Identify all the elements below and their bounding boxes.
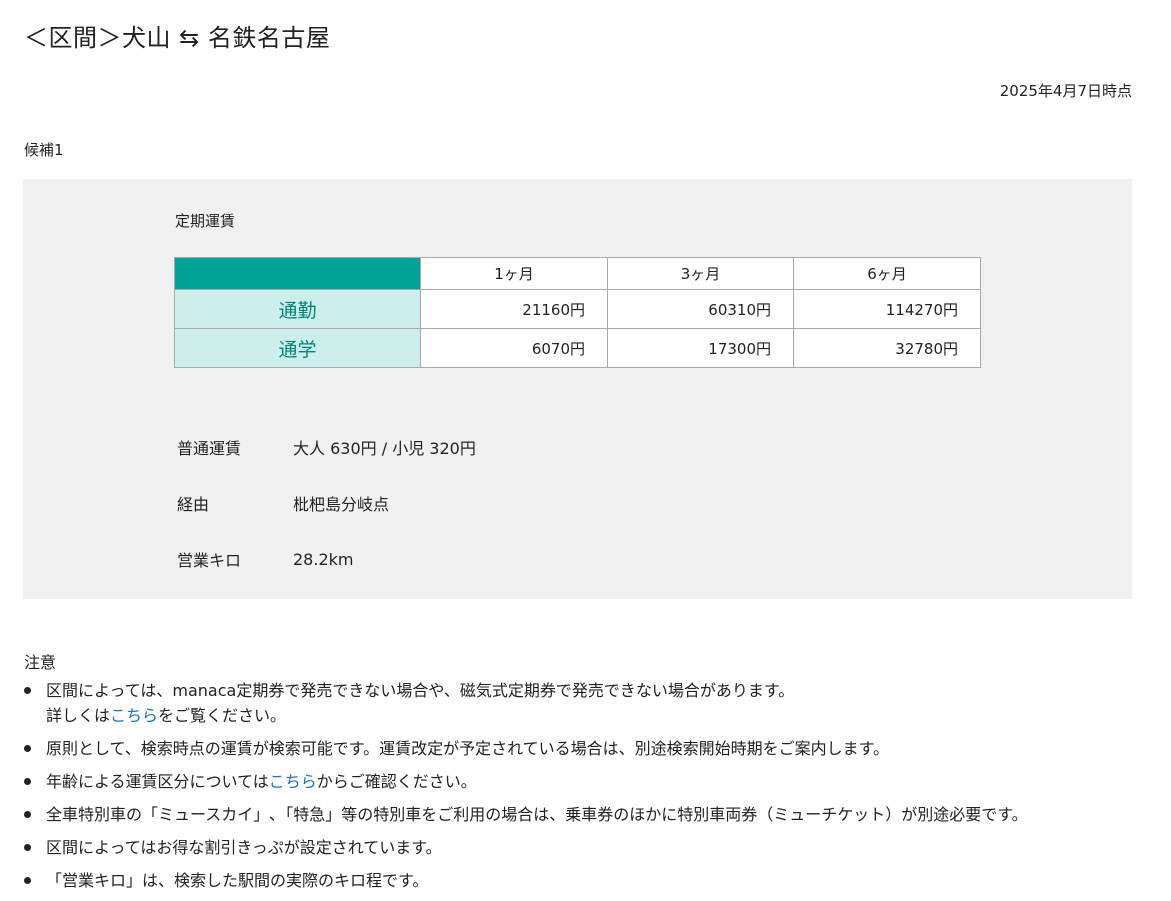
info-value-operating-km: 28.2km (293, 549, 354, 569)
commuter-fare-table: 1ヶ月 3ヶ月 6ヶ月 通勤 21160円 60310円 114270円 通学 … (174, 257, 981, 368)
info-row-regular-fare: 普通運賃 大人 630円 / 小児 320円 (177, 419, 476, 475)
note-text: をご覧ください。 (158, 706, 287, 725)
commuter-pass-heading: 定期運賃 (175, 212, 236, 230)
row-header-commute: 通勤 (174, 289, 421, 329)
table-row-commute: 通勤 21160円 60310円 114270円 (174, 289, 981, 329)
bullet-icon (24, 877, 31, 884)
notes-title: 注意 (24, 653, 57, 672)
row-header-school: 通学 (174, 328, 421, 368)
bullet-icon (24, 811, 31, 818)
note-text: 区間によってはお得な割引きっぷが設定されています。 (46, 838, 442, 857)
info-label-operating-km: 営業キロ (177, 551, 242, 570)
note-item: 原則として、検索時点の運賃が検索可能です。運賃改定が予定されている場合は、別途検… (24, 736, 1028, 761)
info-label-regular-fare: 普通運賃 (177, 439, 242, 458)
note-text: 詳しくは (46, 706, 111, 725)
details-link[interactable]: こちら (110, 706, 158, 725)
note-text: 区間によっては、manaca定期券で発売できない場合や、磁気式定期券で発売できな… (46, 681, 795, 700)
table-row-school: 通学 6070円 17300円 32780円 (174, 328, 981, 368)
notes-list: 区間によっては、manaca定期券で発売できない場合や、磁気式定期券で発売できな… (24, 678, 1028, 901)
fare-commute-1-month: 21160円 (420, 289, 608, 329)
fare-school-3-months: 17300円 (607, 328, 794, 368)
note-item: 全車特別車の「ミュースカイ」､「特急」等の特別車をご利用の場合は、乗車券のほかに… (24, 802, 1028, 827)
info-row-via: 経由 枇杷島分岐点 (177, 475, 476, 531)
note-item: 区間によっては、manaca定期券で発売できない場合や、磁気式定期券で発売できな… (24, 678, 1028, 728)
table-header-row: 1ヶ月 3ヶ月 6ヶ月 (174, 257, 981, 290)
info-label-via: 経由 (177, 495, 210, 514)
route-result-panel: 定期運賃 1ヶ月 3ヶ月 6ヶ月 通勤 21160円 60310円 114270… (23, 179, 1132, 599)
bullet-icon (24, 844, 31, 851)
note-item: 年齢による運賃区分についてはこちらからご確認ください。 (24, 769, 1028, 794)
route-info: 普通運賃 大人 630円 / 小児 320円 経由 枇杷島分岐点 営業キロ 28… (177, 419, 476, 587)
column-header-3-months: 3ヶ月 (607, 257, 794, 290)
info-value-regular-fare: 大人 630円 / 小児 320円 (293, 439, 476, 458)
note-text: 全車特別車の「ミュースカイ」､「特急」等の特別車をご利用の場合は、乗車券のほかに… (46, 805, 1028, 824)
bullet-icon (24, 778, 31, 785)
note-text: 「営業キロ」は、検索した駅間の実際のキロ程です。 (46, 871, 429, 890)
fare-commute-6-months: 114270円 (793, 289, 981, 329)
note-text: からご確認ください。 (316, 772, 477, 791)
info-value-via: 枇杷島分岐点 (293, 495, 390, 514)
fare-commute-3-months: 60310円 (607, 289, 794, 329)
age-fare-category-link[interactable]: こちら (269, 772, 317, 791)
info-row-operating-km: 営業キロ 28.2km (177, 531, 476, 587)
as-of-date: 2025年4月7日時点 (999, 82, 1132, 100)
candidate-label: 候補1 (24, 141, 64, 159)
bullet-icon (24, 745, 31, 752)
note-text: 原則として、検索時点の運賃が検索可能です。運賃改定が予定されている場合は、別途検… (46, 739, 890, 758)
bullet-icon (24, 687, 31, 694)
fare-school-1-month: 6070円 (420, 328, 608, 368)
column-header-6-months: 6ヶ月 (793, 257, 981, 290)
note-text: 年齢による運賃区分については (46, 772, 269, 791)
fare-school-6-months: 32780円 (793, 328, 981, 368)
note-item: 「営業キロ」は、検索した駅間の実際のキロ程です。 (24, 868, 1028, 893)
page-title: ＜区間＞犬山 ⇆ 名鉄名古屋 (24, 24, 331, 52)
note-item: 区間によってはお得な割引きっぷが設定されています。 (24, 835, 1028, 860)
table-corner-cell (174, 257, 421, 290)
column-header-1-month: 1ヶ月 (420, 257, 608, 290)
